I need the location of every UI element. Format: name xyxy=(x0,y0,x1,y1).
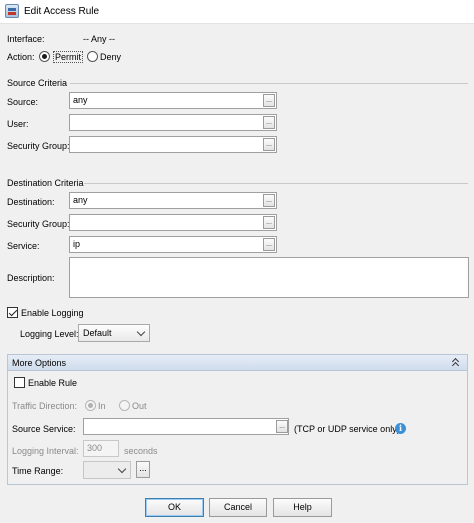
permit-radio[interactable] xyxy=(39,51,50,62)
enable-logging-label[interactable]: Enable Logging xyxy=(21,307,84,319)
destination-browse-button[interactable]: ... xyxy=(263,194,275,207)
logging-level-select[interactable]: Default xyxy=(78,324,150,342)
title-bar: Edit Access Rule xyxy=(0,0,474,24)
cancel-button[interactable]: Cancel xyxy=(209,498,267,517)
traffic-in-radio[interactable] xyxy=(85,400,96,411)
destination-security-group-input[interactable] xyxy=(69,214,277,231)
chevron-down-icon xyxy=(136,327,146,337)
destination-criteria-divider xyxy=(84,183,468,184)
app-icon xyxy=(5,4,19,18)
logging-interval-label: Logging Interval: xyxy=(12,446,79,456)
source-input[interactable]: any xyxy=(69,92,277,109)
source-service-hint: (TCP or UDP service only) xyxy=(294,424,400,434)
interface-value: -- Any -- xyxy=(83,34,116,44)
deny-radio-label[interactable]: Deny xyxy=(100,51,121,63)
info-icon[interactable]: i xyxy=(395,423,406,434)
destination-input[interactable]: any xyxy=(69,192,277,209)
source-security-group-label: Security Group: xyxy=(7,141,70,151)
source-security-group-input[interactable] xyxy=(69,136,277,153)
source-criteria-divider xyxy=(70,83,468,84)
service-label: Service: xyxy=(7,241,40,251)
interface-label: Interface: xyxy=(7,34,45,44)
chevron-down-icon xyxy=(117,464,127,474)
logging-level-label: Logging Level: xyxy=(20,329,79,339)
traffic-out-radio[interactable] xyxy=(119,400,130,411)
source-service-input[interactable] xyxy=(83,418,289,435)
help-button[interactable]: Help xyxy=(273,498,332,517)
deny-radio[interactable] xyxy=(87,51,98,62)
more-options-header[interactable]: More Options xyxy=(8,355,467,371)
collapse-up-icon[interactable] xyxy=(451,357,461,370)
service-browse-button[interactable]: ... xyxy=(263,238,275,251)
user-input[interactable] xyxy=(69,114,277,131)
ok-button[interactable]: OK xyxy=(145,498,204,517)
logging-level-value: Default xyxy=(83,328,112,338)
time-range-label: Time Range: xyxy=(12,466,64,476)
permit-radio-label[interactable]: Permit xyxy=(53,51,84,63)
destination-security-group-label: Security Group: xyxy=(7,219,70,229)
time-range-browse-button[interactable]: ... xyxy=(136,461,150,478)
source-label: Source: xyxy=(7,97,39,107)
traffic-direction-label: Traffic Direction: xyxy=(12,401,78,411)
time-range-select[interactable] xyxy=(83,461,131,479)
destination-security-group-browse-button[interactable]: ... xyxy=(263,216,275,229)
source-service-label: Source Service: xyxy=(12,424,76,434)
user-label: User: xyxy=(7,119,29,129)
service-input[interactable]: ip xyxy=(69,236,277,253)
destination-criteria-title: Destination Criteria xyxy=(7,178,84,188)
enable-rule-checkbox[interactable] xyxy=(14,377,25,388)
description-textarea[interactable] xyxy=(69,257,469,298)
more-options-title: More Options xyxy=(12,358,67,368)
source-browse-button[interactable]: ... xyxy=(263,94,275,107)
source-security-group-browse-button[interactable]: ... xyxy=(263,138,275,151)
enable-rule-label[interactable]: Enable Rule xyxy=(28,377,77,389)
source-criteria-title: Source Criteria xyxy=(7,78,68,88)
description-label: Description: xyxy=(7,273,55,283)
source-service-browse-button[interactable]: ... xyxy=(276,420,288,433)
traffic-in-label: In xyxy=(98,401,106,411)
traffic-out-label: Out xyxy=(132,401,147,411)
logging-interval-unit: seconds xyxy=(124,446,158,456)
destination-label: Destination: xyxy=(7,197,55,207)
enable-logging-checkbox[interactable] xyxy=(7,307,18,318)
window-title: Edit Access Rule xyxy=(24,6,100,17)
action-label: Action: xyxy=(7,52,35,62)
user-browse-button[interactable]: ... xyxy=(263,116,275,129)
logging-interval-input[interactable]: 300 xyxy=(83,440,119,457)
